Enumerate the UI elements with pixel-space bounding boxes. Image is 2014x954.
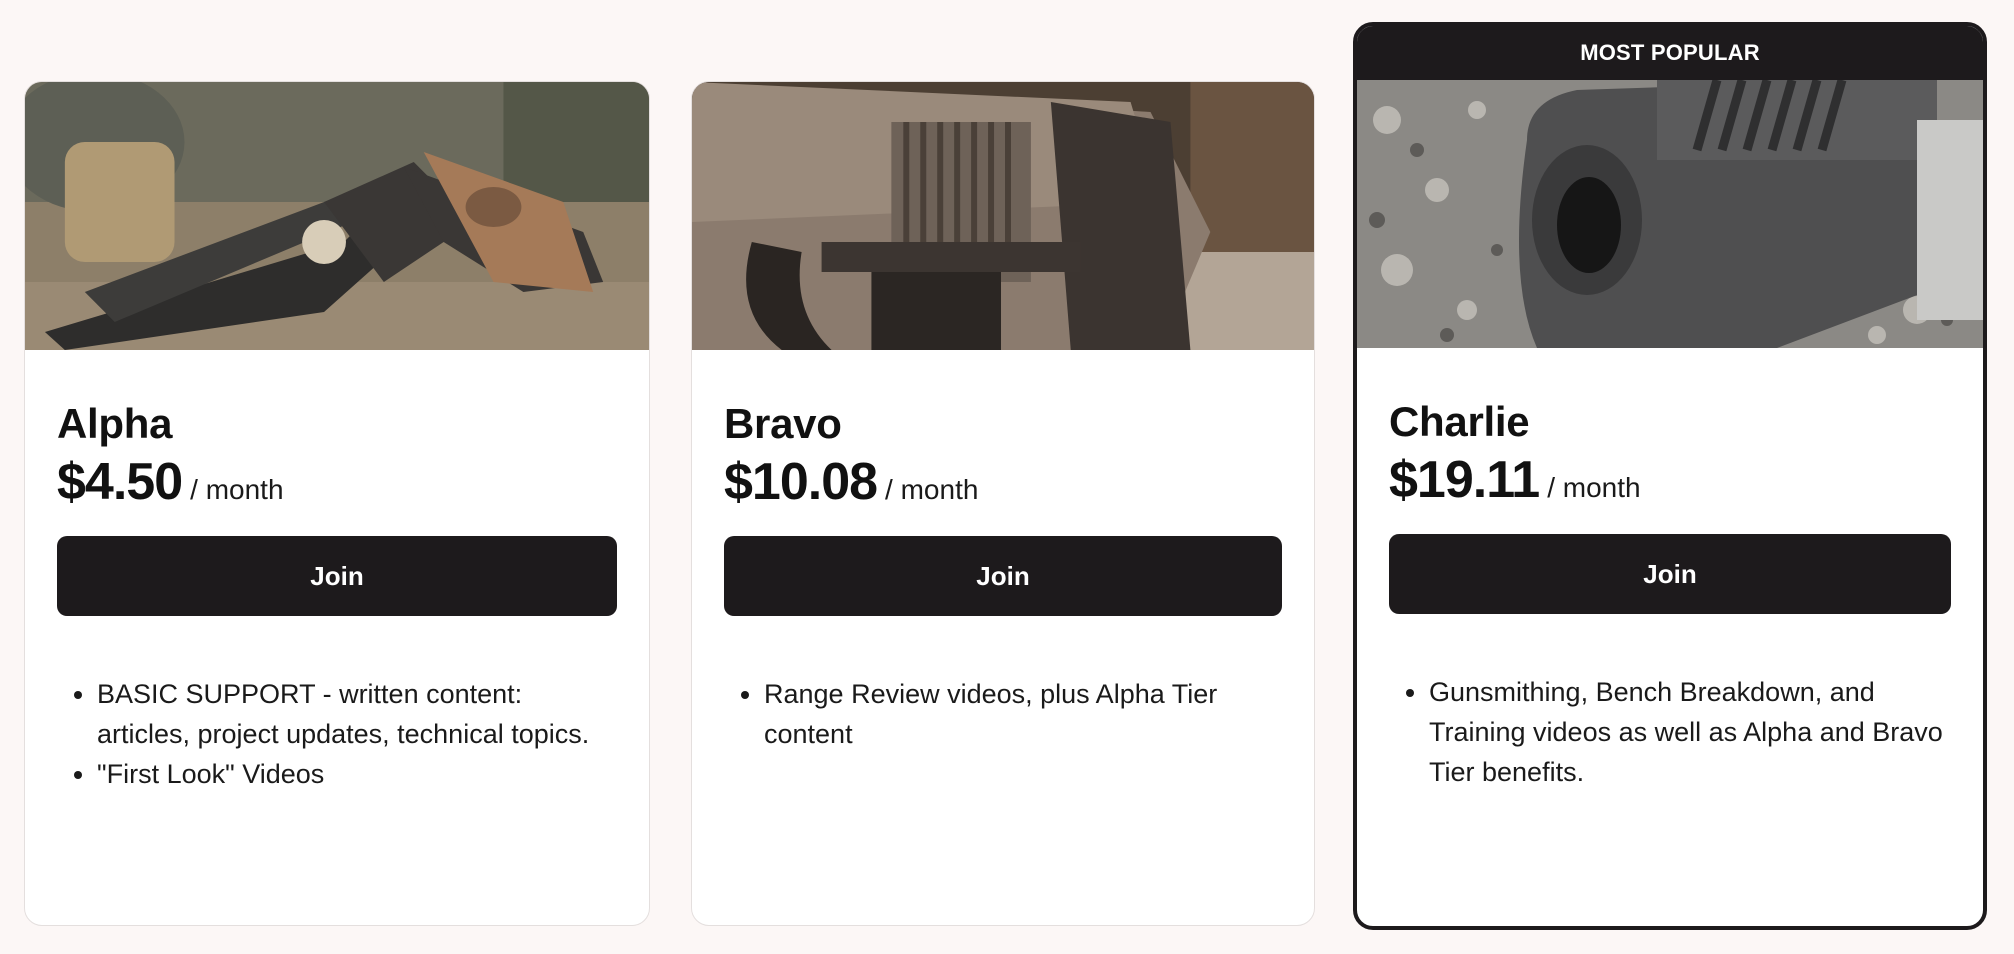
tier-name: Charlie <box>1389 398 1530 445</box>
join-button-charlie[interactable]: Join <box>1389 534 1951 614</box>
benefit-item: Gunsmithing, Bench Breakdown, and Traini… <box>1429 672 1951 792</box>
tier-card-alpha: Alpha $4.50 / month Join BASIC SUPPORT -… <box>24 81 650 926</box>
tier-name: Alpha <box>57 400 173 447</box>
price-row: $19.11 / month <box>1389 450 1951 520</box>
tier-body-alpha: Alpha $4.50 / month Join BASIC SUPPORT -… <box>25 350 649 794</box>
price-period: / month <box>190 474 284 505</box>
tier-card-charlie: MOST POPULAR Charlie $19.11 / month Join… <box>1353 22 1987 930</box>
benefits-list: Range Review videos, plus Alpha Tier con… <box>724 674 1282 754</box>
most-popular-badge: MOST POPULAR <box>1357 26 1983 80</box>
tier-price: $4.50 <box>57 453 183 511</box>
price-period: / month <box>885 474 979 505</box>
price-row: $4.50 / month <box>57 452 617 522</box>
benefit-item: BASIC SUPPORT - written content: article… <box>97 674 617 754</box>
price-row: $10.08 / month <box>724 452 1282 522</box>
tier-price: $10.08 <box>724 453 878 511</box>
tier-card-bravo: Bravo $10.08 / month Join Range Review v… <box>691 81 1315 926</box>
price-period: / month <box>1547 472 1641 503</box>
tier-name: Bravo <box>724 400 842 447</box>
benefits-list: BASIC SUPPORT - written content: article… <box>57 674 617 794</box>
join-button-alpha[interactable]: Join <box>57 536 617 616</box>
benefits-list: Gunsmithing, Bench Breakdown, and Traini… <box>1389 672 1951 792</box>
tier-image-bravo <box>692 82 1314 350</box>
benefit-item: Range Review videos, plus Alpha Tier con… <box>764 674 1282 754</box>
tier-image-alpha <box>25 82 649 350</box>
benefit-item: "First Look" Videos <box>97 754 617 794</box>
tier-image-charlie <box>1357 80 1983 348</box>
tier-body-bravo: Bravo $10.08 / month Join Range Review v… <box>692 350 1314 754</box>
tier-price: $19.11 <box>1389 451 1540 509</box>
join-button-bravo[interactable]: Join <box>724 536 1282 616</box>
tier-body-charlie: Charlie $19.11 / month Join Gunsmithing,… <box>1357 348 1983 792</box>
